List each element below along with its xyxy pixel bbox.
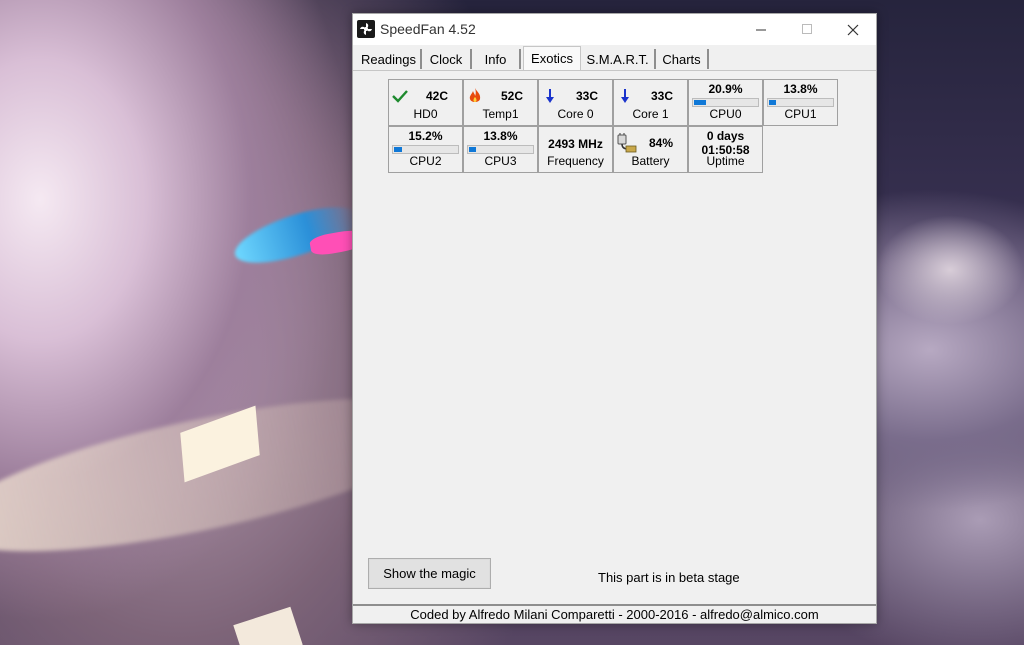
cpu1-usage-bar [767, 98, 834, 107]
reading-core1: 33C Core 1 [613, 79, 688, 126]
core0-label: Core 0 [557, 107, 594, 121]
reading-cpu2: 15.2% CPU2 [388, 126, 463, 173]
wallpaper-cloud [876, 215, 1024, 325]
cpu0-value: 20.9% [708, 82, 743, 96]
status-bar: Coded by Alfredo Milani Comparetti - 200… [353, 604, 876, 623]
flame-icon [467, 88, 483, 104]
tab-info[interactable]: Info [472, 49, 521, 69]
tab-readings[interactable]: Readings [357, 49, 422, 69]
battery-label: Battery [631, 154, 670, 168]
reading-temp1: 52C Temp1 [463, 79, 538, 126]
credits-text: Coded by Alfredo Milani Comparetti - 200… [410, 607, 819, 622]
window-title: SpeedFan 4.52 [380, 21, 476, 37]
reading-battery: 84% Battery [613, 126, 688, 173]
arrow-down-icon [542, 88, 558, 104]
minimize-icon [755, 29, 766, 31]
tab-panel-border [353, 70, 876, 71]
cpu3-label: CPU3 [484, 154, 517, 168]
close-icon [847, 24, 859, 35]
core1-value: 33C [650, 89, 673, 103]
cpu3-value: 13.8% [483, 129, 518, 143]
battery-plug-icon [616, 133, 638, 153]
core0-value: 33C [575, 89, 598, 103]
temp1-label: Temp1 [482, 107, 519, 121]
tab-charts[interactable]: Charts [656, 49, 709, 69]
cpu2-value: 15.2% [408, 129, 443, 143]
reading-cpu3: 13.8% CPU3 [463, 126, 538, 173]
temp1-value: 52C [500, 89, 523, 103]
reading-frequency: 2493 MHz Frequency [538, 126, 613, 173]
cpu2-usage-fill [394, 147, 402, 152]
speedfan-app-icon [357, 20, 375, 38]
reading-hd0: 42C HD0 [388, 79, 463, 126]
frequency-label: Frequency [547, 154, 604, 168]
cpu3-usage-bar [467, 145, 534, 154]
cpu3-usage-fill [469, 147, 476, 152]
uptime-label: Uptime [706, 154, 745, 168]
cpu1-value: 13.8% [783, 82, 818, 96]
uptime-days: 0 days [706, 129, 745, 143]
cpu0-usage-bar [692, 98, 759, 107]
tab-smart[interactable]: S.M.A.R.T. [581, 49, 656, 69]
title-bar[interactable]: SpeedFan 4.52 [353, 14, 876, 45]
battery-value: 84% [648, 136, 673, 150]
wallpaper-paper-2 [233, 606, 303, 645]
arrow-down-icon [617, 88, 633, 104]
show-the-magic-button[interactable]: Show the magic [368, 558, 491, 589]
hd0-label: HD0 [413, 107, 438, 121]
close-button[interactable] [830, 14, 876, 45]
check-icon [392, 88, 408, 104]
cpu0-label: CPU0 [709, 107, 742, 121]
reading-cpu0: 20.9% CPU0 [688, 79, 763, 126]
readings-grid: 42C HD0 52C Temp1 33C Core 0 33C Core 1 … [388, 79, 839, 173]
beta-stage-note: This part is in beta stage [598, 570, 740, 585]
reading-core0: 33C Core 0 [538, 79, 613, 126]
reading-uptime: 0 days 01:50:58 Uptime [688, 126, 763, 173]
uptime-value: 0 days 01:50:58 [689, 129, 762, 157]
cpu0-usage-fill [694, 100, 706, 105]
cpu2-label: CPU2 [409, 154, 442, 168]
cpu2-usage-bar [392, 145, 459, 154]
cpu1-usage-fill [769, 100, 776, 105]
speedfan-window: SpeedFan 4.52 Readings Clock Info Exotic… [352, 13, 877, 624]
tab-exotics[interactable]: Exotics [523, 46, 581, 70]
core1-label: Core 1 [632, 107, 669, 121]
reading-cpu1: 13.8% CPU1 [763, 79, 838, 126]
frequency-value: 2493 MHz [548, 137, 603, 151]
hd0-value: 42C [425, 89, 448, 103]
maximize-button[interactable] [784, 14, 830, 45]
maximize-icon [801, 24, 812, 34]
minimize-button[interactable] [738, 14, 784, 45]
cpu1-label: CPU1 [784, 107, 817, 121]
tab-clock[interactable]: Clock [422, 49, 472, 69]
